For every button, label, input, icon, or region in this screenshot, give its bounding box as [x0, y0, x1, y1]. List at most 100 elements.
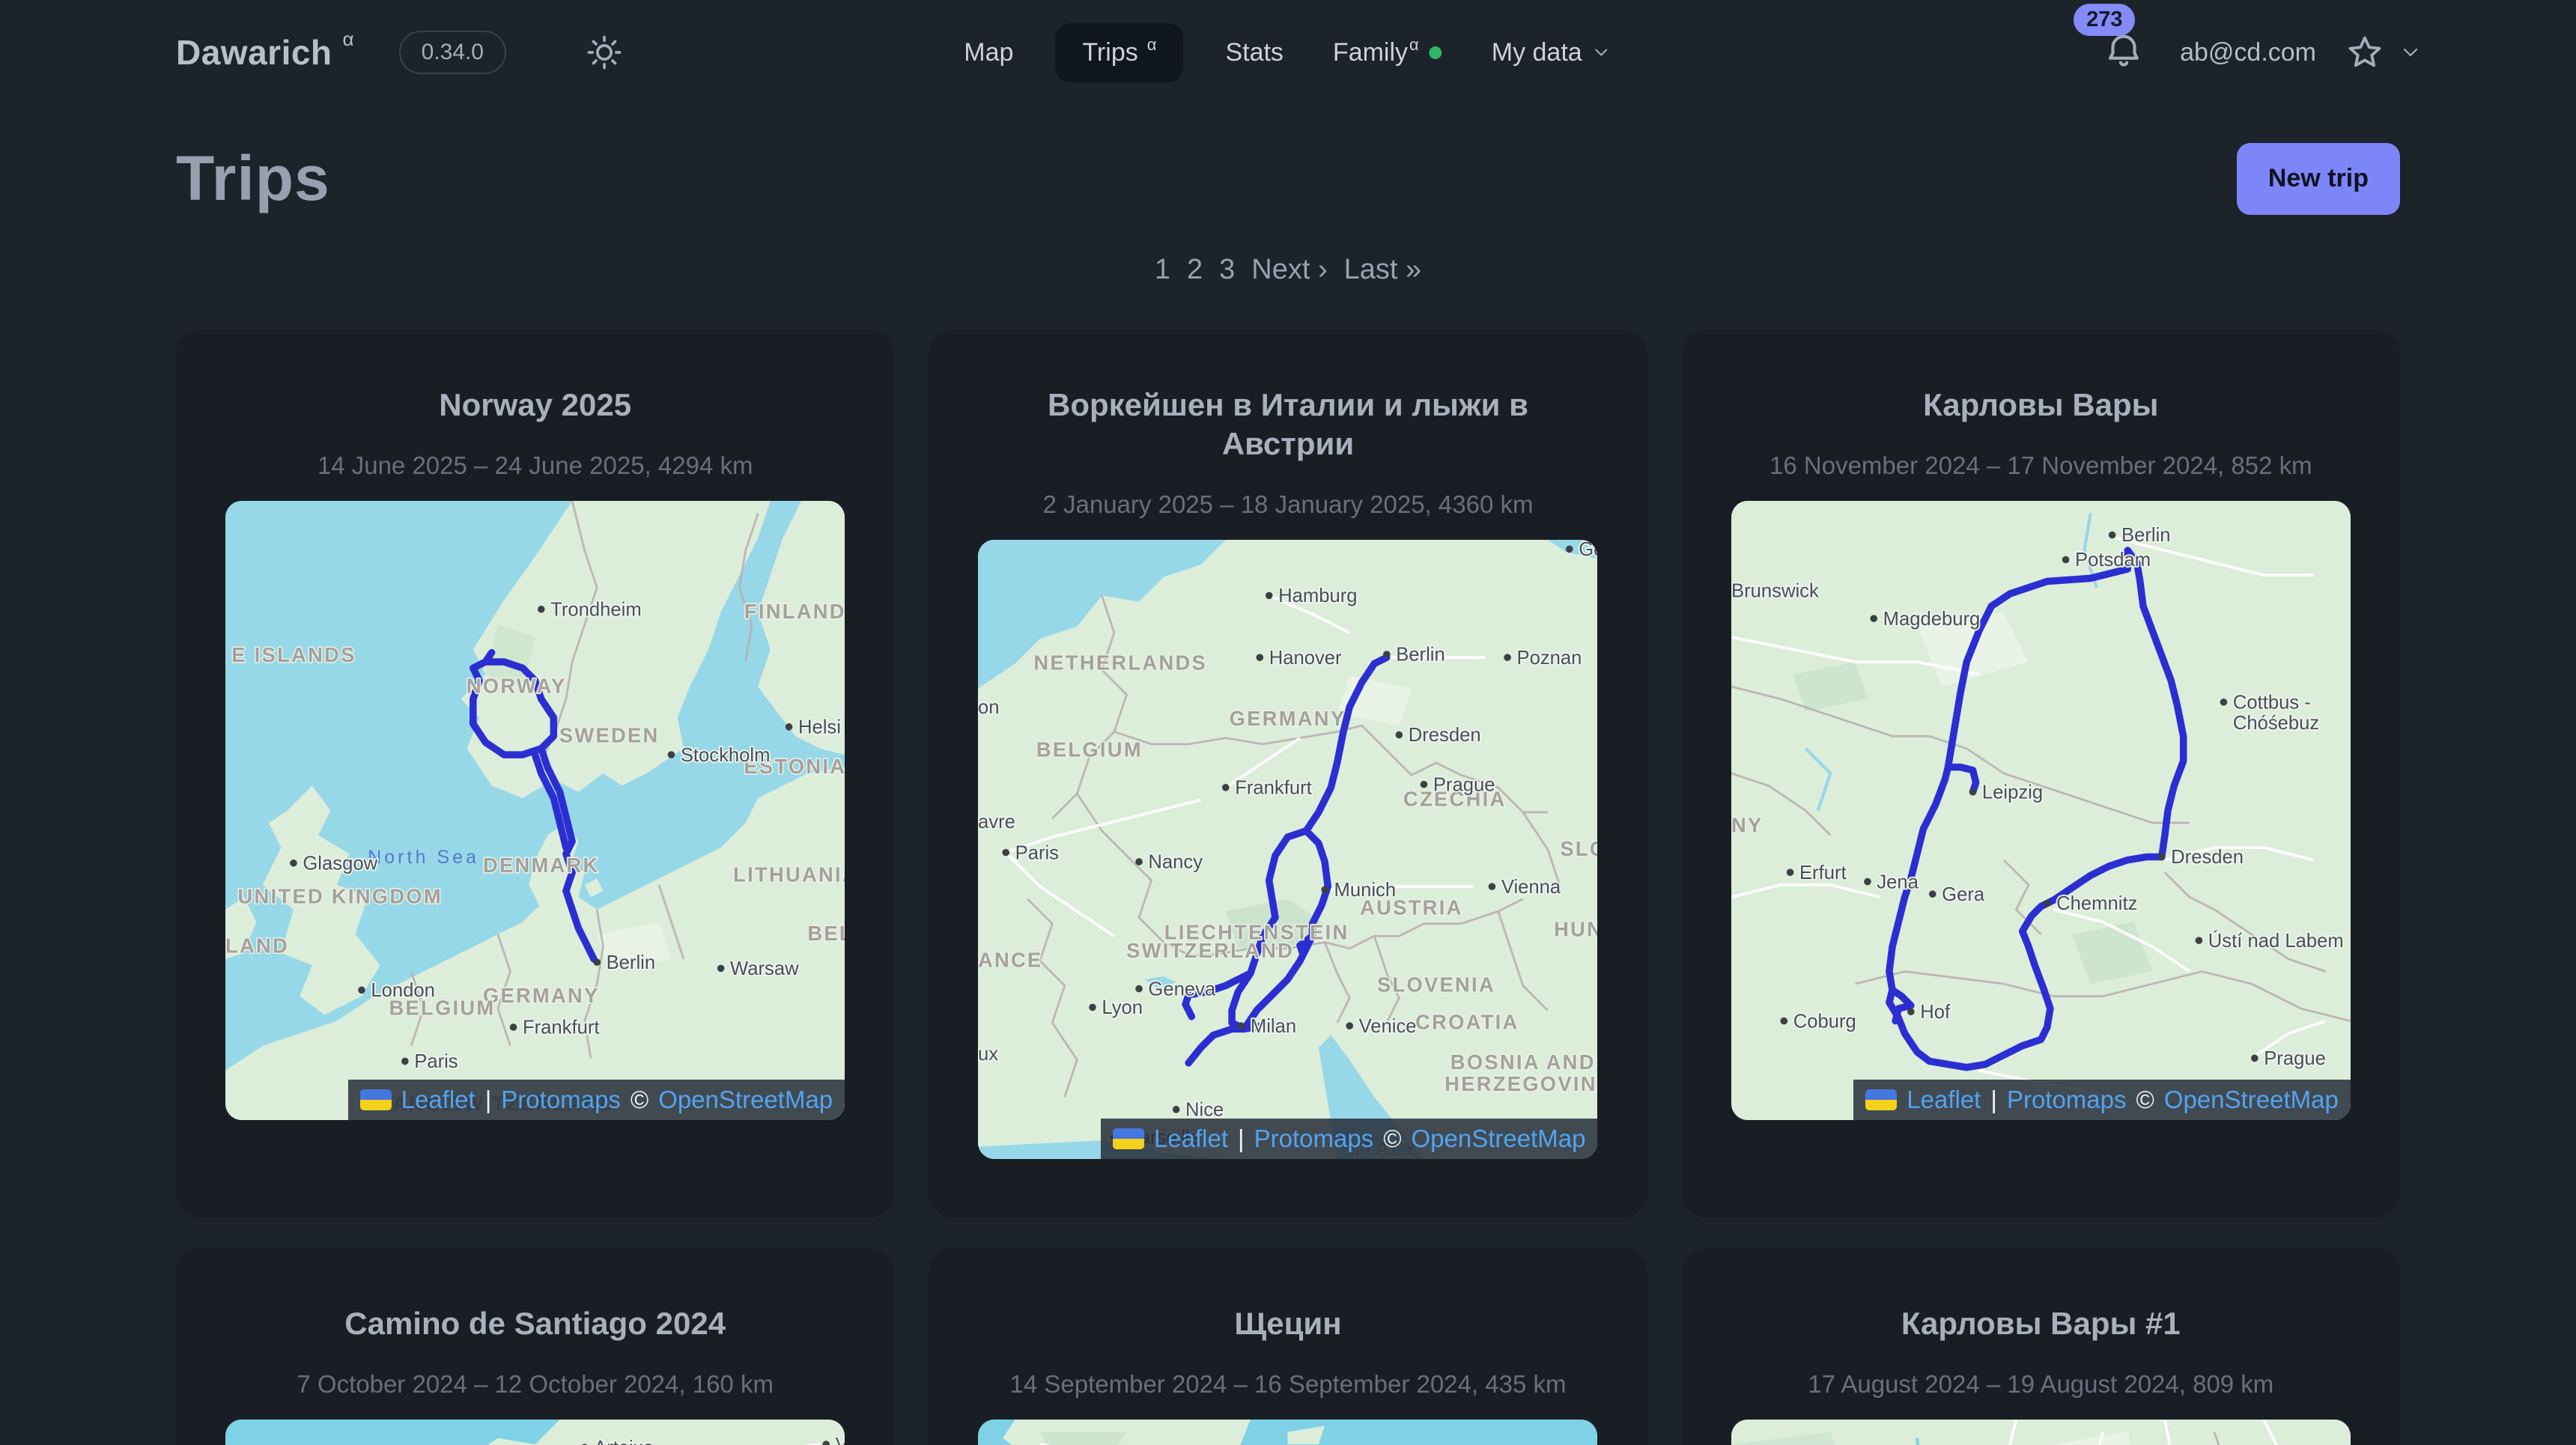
- trip-card-karlovy-vary[interactable]: Карловы Вары 16 November 2024 – 17 Novem…: [1682, 329, 2400, 1218]
- app-title: Dawarich: [176, 32, 332, 73]
- map-attribution: Leaflet | Protomaps © OpenStreetMap: [348, 1080, 845, 1120]
- trip-title[interactable]: Воркейшен в Италии и лыжи в Австрии: [978, 386, 1597, 463]
- svg-text:avre: avre: [978, 812, 1015, 833]
- trip-map-canvas[interactable]: ArteixoBetanzosVilaCarballo: [225, 1420, 845, 1445]
- trip-map[interactable]: NYBerlinPotsdamMagdeburgBrunswickCottbus…: [1731, 501, 2351, 1120]
- pagination-last[interactable]: Last »: [1344, 254, 1422, 286]
- protomaps-link[interactable]: Protomaps: [2007, 1086, 2127, 1114]
- svg-text:LAND: LAND: [225, 934, 289, 958]
- nav-item-map[interactable]: Map: [956, 23, 1021, 82]
- trip-dates: 16 November 2024 – 17 November 2024, 852…: [1770, 451, 2312, 480]
- trip-map-canvas[interactable]: NETHERLANDSGERMANYBELGIUMCZECHIASLOVAAUS…: [978, 540, 1597, 1159]
- nav-item-trips[interactable]: Trips α: [1055, 23, 1183, 82]
- leaflet-link[interactable]: Leaflet: [1154, 1125, 1228, 1153]
- trip-card-workation-italy-austria[interactable]: Воркейшен в Италии и лыжи в Австрии 2 Ja…: [929, 329, 1647, 1218]
- trip-map[interactable]: NETHERLANDSGERMANYBELGIUMCZECHIASLOVAAUS…: [978, 540, 1597, 1159]
- svg-text:Nice: Nice: [1186, 1100, 1224, 1121]
- trip-card-camino-de-santiago[interactable]: Camino de Santiago 2024 7 October 2024 –…: [176, 1248, 894, 1445]
- svg-text:HUNG: HUNG: [1555, 917, 1598, 940]
- svg-text:SLOVENIA: SLOVENIA: [1377, 973, 1495, 997]
- svg-text:Poznan: Poznan: [1517, 648, 1582, 669]
- svg-text:Geneva: Geneva: [1149, 979, 1216, 1000]
- user-email[interactable]: ab@cd.com: [2180, 38, 2316, 67]
- new-trip-button[interactable]: New trip: [2237, 143, 2400, 215]
- osm-link[interactable]: OpenStreetMap: [658, 1086, 833, 1114]
- trip-title[interactable]: Карловы Вары: [1923, 386, 2158, 425]
- osm-link[interactable]: OpenStreetMap: [2164, 1086, 2339, 1114]
- svg-text:Trondheim: Trondheim: [550, 599, 642, 620]
- svg-text:FINLAND: FINLAND: [744, 600, 845, 623]
- leaflet-link[interactable]: Leaflet: [1907, 1086, 1981, 1114]
- svg-text:Berlin: Berlin: [2121, 525, 2171, 546]
- star-icon: [2345, 32, 2385, 73]
- trip-card-karlovy-vary-1[interactable]: Карловы Вары #1 17 August 2024 – 19 Augu…: [1682, 1248, 2400, 1445]
- svg-text:BELA: BELA: [808, 922, 845, 945]
- trip-map-canvas[interactable]: Stralsund: [978, 1420, 1597, 1445]
- svg-text:Hamburg: Hamburg: [1279, 585, 1358, 606]
- svg-text:Helsi: Helsi: [798, 717, 841, 738]
- map-attribution: Leaflet | Protomaps © OpenStreetMap: [1853, 1080, 2351, 1120]
- svg-text:Nancy: Nancy: [1149, 852, 1203, 873]
- trip-map-canvas[interactable]: [1731, 1420, 2351, 1445]
- ukraine-flag-icon: [360, 1089, 392, 1110]
- protomaps-link[interactable]: Protomaps: [1254, 1125, 1374, 1153]
- svg-text:E ISLANDS: E ISLANDS: [231, 643, 356, 666]
- svg-text:Cottbus -: Cottbus -: [2233, 692, 2311, 713]
- favorite-button[interactable]: [2345, 32, 2385, 73]
- user-menu-button[interactable]: [2399, 40, 2422, 64]
- svg-text:NETHERLANDS: NETHERLANDS: [1034, 651, 1208, 675]
- trip-map[interactable]: North SeaE ISLANDSFINLANDNORWAYSWEDENEST…: [225, 501, 845, 1120]
- svg-text:ux: ux: [978, 1044, 998, 1065]
- nav-item-my-data[interactable]: My data: [1484, 23, 1620, 82]
- trip-map[interactable]: Stralsund Leaflet | Protomaps © OpenStre…: [978, 1420, 1597, 1445]
- map-attribution: Leaflet | Protomaps © OpenStreetMap: [1101, 1119, 1598, 1159]
- svg-text:Coburg: Coburg: [1793, 1011, 1856, 1032]
- pagination: 1 2 3 Next › Last »: [0, 254, 2576, 286]
- trip-title[interactable]: Щецин: [1234, 1304, 1341, 1343]
- chevron-down-icon: [1591, 42, 1612, 63]
- svg-text:Chemnitz: Chemnitz: [2056, 893, 2137, 914]
- main-navigation: Map Trips α Stats Family α My data: [956, 23, 1619, 82]
- trip-map-canvas[interactable]: North SeaE ISLANDSFINLANDNORWAYSWEDENEST…: [225, 501, 845, 1120]
- trip-title[interactable]: Camino de Santiago 2024: [344, 1304, 726, 1343]
- pagination-page-2[interactable]: 2: [1187, 254, 1203, 286]
- svg-text:HERZEGOVINA: HERZEGOVINA: [1445, 1072, 1598, 1095]
- trip-map[interactable]: ArteixoBetanzosVilaCarballo Leaflet | Pr…: [225, 1420, 845, 1445]
- osm-link[interactable]: OpenStreetMap: [1412, 1125, 1586, 1153]
- svg-text:GERMANY: GERMANY: [1230, 707, 1346, 730]
- svg-text:Gera: Gera: [1942, 884, 1985, 905]
- nav-item-family[interactable]: Family α: [1325, 23, 1450, 82]
- trip-dates: 17 August 2024 – 19 August 2024, 809 km: [1808, 1370, 2273, 1399]
- trip-map-canvas[interactable]: NYBerlinPotsdamMagdeburgBrunswickCottbus…: [1731, 501, 2351, 1120]
- pagination-page-3[interactable]: 3: [1219, 254, 1235, 286]
- protomaps-link[interactable]: Protomaps: [501, 1086, 621, 1114]
- pagination-page-1[interactable]: 1: [1155, 254, 1170, 286]
- svg-text:Vienna: Vienna: [1501, 877, 1561, 898]
- trip-dates: 14 June 2025 – 24 June 2025, 4294 km: [318, 451, 753, 480]
- svg-text:Berlin: Berlin: [607, 952, 656, 973]
- nav-item-stats[interactable]: Stats: [1218, 23, 1290, 82]
- trip-title[interactable]: Norway 2025: [439, 386, 631, 425]
- svg-text:Prague: Prague: [2264, 1048, 2326, 1069]
- svg-text:Dresden: Dresden: [2171, 847, 2244, 868]
- svg-text:Prague: Prague: [1433, 774, 1495, 795]
- svg-text:Brunswick: Brunswick: [1731, 581, 1819, 602]
- svg-text:UNITED KINGDOM: UNITED KINGDOM: [238, 885, 443, 908]
- pagination-next[interactable]: Next ›: [1251, 254, 1327, 286]
- trip-title[interactable]: Карловы Вары #1: [1901, 1304, 2181, 1343]
- leaflet-link[interactable]: Leaflet: [401, 1086, 476, 1114]
- svg-text:Leipzig: Leipzig: [1982, 782, 2043, 803]
- svg-text:Gd: Gd: [1579, 540, 1598, 560]
- svg-text:Hof: Hof: [1920, 1002, 1951, 1023]
- notifications-button[interactable]: 273: [2102, 29, 2145, 76]
- alpha-superscript: α: [1147, 35, 1157, 55]
- svg-text:Warsaw: Warsaw: [730, 958, 799, 979]
- trip-map[interactable]: Leaflet | Protomaps © OpenStreetMap: [1731, 1420, 2351, 1445]
- app-logo[interactable]: Dawarich α: [176, 32, 354, 73]
- svg-text:Stockholm: Stockholm: [681, 745, 771, 766]
- trip-dates: 14 September 2024 – 16 September 2024, 4…: [1009, 1370, 1566, 1399]
- trip-card-szczecin[interactable]: Щецин 14 September 2024 – 16 September 2…: [929, 1248, 1647, 1445]
- trip-dates: 7 October 2024 – 12 October 2024, 160 km: [297, 1370, 774, 1399]
- theme-toggle-button[interactable]: [585, 33, 624, 72]
- trip-card-norway-2025[interactable]: Norway 2025 14 June 2025 – 24 June 2025,…: [176, 329, 894, 1218]
